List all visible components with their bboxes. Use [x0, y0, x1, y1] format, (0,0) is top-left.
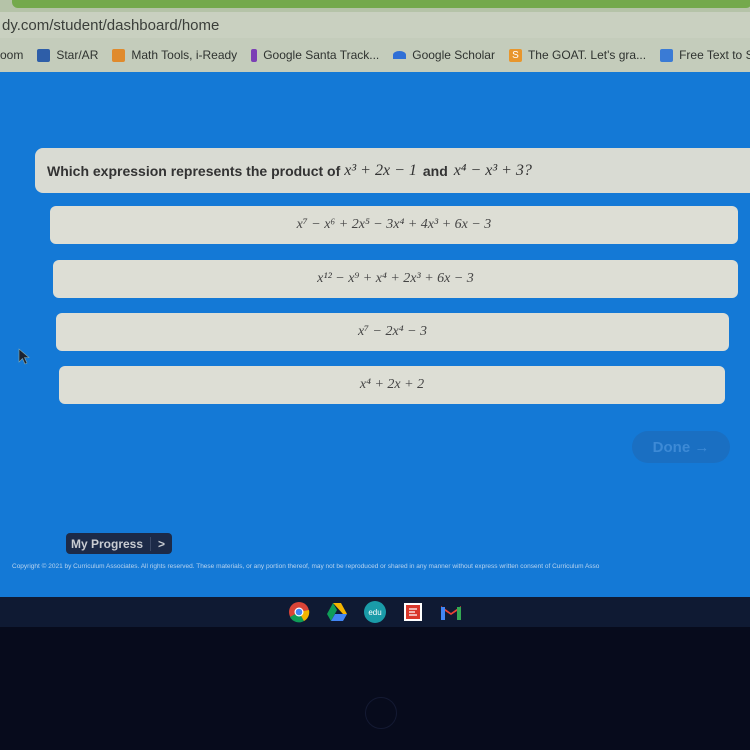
browser-top-strip	[0, 0, 750, 12]
chevron-right-icon: >	[150, 536, 172, 551]
bookmark-google-scholar[interactable]: Google Scholar	[393, 48, 495, 62]
address-bar[interactable]: dy.com/student/dashboard/home	[0, 12, 750, 38]
chromeos-shelf: edu	[0, 597, 750, 627]
bookmark-text-to-speech[interactable]: Free Text to Speech...	[660, 48, 750, 62]
mouse-cursor-icon	[18, 348, 30, 365]
bookmark-partial[interactable]: oom	[0, 48, 23, 62]
answer-choice-1[interactable]: x⁷ − x⁶ + 2x⁵ − 3x⁴ + 4x³ + 6x − 3	[50, 206, 738, 244]
hp-logo-icon	[365, 697, 397, 729]
bookmarks-bar: oom Star/AR Math Tools, i-Ready Google S…	[0, 38, 750, 72]
s-icon: S	[508, 48, 522, 62]
answer-choice-3[interactable]: x⁷ − 2x⁴ − 3	[56, 313, 729, 351]
question-prompt: Which expression represents the product …	[35, 148, 750, 193]
tab-strip	[12, 0, 750, 8]
bookmark-star-ar[interactable]: Star/AR	[37, 48, 98, 62]
answer-choice-2[interactable]: x¹² − x⁹ + x⁴ + 2x³ + 6x − 3	[53, 260, 738, 298]
speech-icon	[660, 48, 674, 62]
url-text[interactable]: dy.com/student/dashboard/home	[0, 17, 219, 34]
expression-2: x⁴ − x³ + 3?	[453, 161, 532, 179]
bookmark-santa-tracker[interactable]: Google Santa Track...	[251, 48, 379, 62]
my-progress-button[interactable]: My Progress >	[66, 533, 173, 554]
expression-1: x³ + 2x − 1	[344, 161, 417, 179]
bookmark-math-tools[interactable]: Math Tools, i-Ready	[112, 48, 237, 62]
copyright-notice: Copyright © 2021 by Curriculum Associate…	[12, 563, 600, 570]
google-drive-icon[interactable]	[325, 600, 349, 624]
lesson-page: Which expression represents the product …	[0, 72, 750, 597]
svg-text:edu: edu	[368, 608, 381, 617]
gmail-icon[interactable]	[439, 600, 463, 624]
chrome-icon[interactable]	[287, 600, 311, 624]
sketchup-icon[interactable]	[401, 600, 425, 624]
math-tools-icon	[112, 48, 126, 62]
scholar-icon	[393, 51, 407, 59]
done-button[interactable]: Done →	[632, 431, 730, 463]
santa-tracker-icon	[251, 48, 258, 62]
answer-choice-4[interactable]: x⁴ + 2x + 2	[59, 366, 725, 404]
renaissance-icon	[37, 48, 51, 62]
laptop-bezel	[0, 627, 750, 750]
bookmark-the-goat[interactable]: S The GOAT. Let's gra...	[508, 48, 646, 62]
edu-icon[interactable]: edu	[363, 600, 387, 624]
